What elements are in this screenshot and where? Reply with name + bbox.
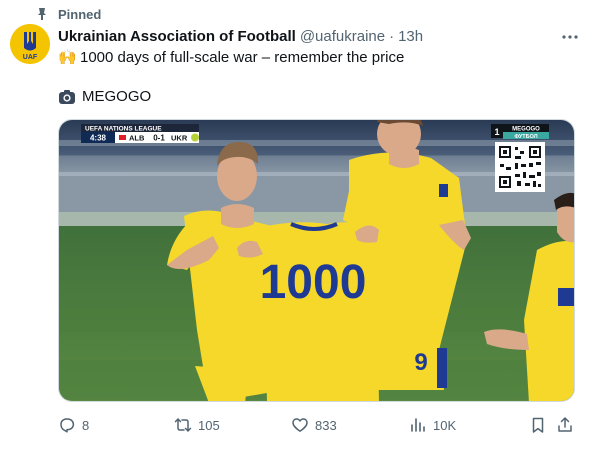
pinned-row: Pinned xyxy=(36,6,101,22)
camera-icon xyxy=(59,90,75,104)
scorebug-away: UKR xyxy=(171,134,188,143)
repost-count: 105 xyxy=(198,417,220,433)
share-icon xyxy=(558,417,572,432)
pinned-label: Pinned xyxy=(58,6,102,22)
author-name[interactable]: Ukrainian Association of Football xyxy=(58,28,296,45)
channel-number: 1 xyxy=(494,127,499,137)
scorebug: UEFA NATIONS LEAGUE 4:38 ALB 0-1 UKR xyxy=(81,124,199,143)
scorebug-competition: UEFA NATIONS LEAGUE xyxy=(85,126,162,133)
reply-icon xyxy=(60,418,75,433)
like-button[interactable]: 833 xyxy=(291,414,337,436)
uaf-logo-icon: UAF xyxy=(10,24,50,64)
share-button[interactable] xyxy=(556,414,574,436)
reply-count: 8 xyxy=(82,417,90,433)
tweet-time[interactable]: 13h xyxy=(398,28,423,45)
bookmark-icon xyxy=(532,417,544,433)
player-number: 9 xyxy=(414,349,427,376)
reply-button[interactable]: 8 xyxy=(58,414,89,436)
pin-icon xyxy=(38,8,46,20)
shirt-number: 1000 xyxy=(260,256,367,309)
views-count: 10K xyxy=(433,417,457,433)
tweet-header: Ukrainian Association of Football @uafuk… xyxy=(58,26,579,46)
repost-icon xyxy=(174,418,192,432)
scorebug-home: ALB xyxy=(129,134,145,143)
like-count: 833 xyxy=(315,417,337,433)
action-bar: 8 105 833 10K xyxy=(58,414,581,436)
broadcaster-subtitle: ФУТБОЛ xyxy=(514,134,537,140)
more-options-icon[interactable] xyxy=(561,28,579,46)
tweet-text: 🙌 1000 days of full-scale war – remember … xyxy=(58,48,579,68)
repost-button[interactable]: 105 xyxy=(174,414,220,436)
source-name: MEGOGO xyxy=(82,88,152,105)
avatar-text: UAF xyxy=(23,54,38,61)
author-handle[interactable]: @uafukraine xyxy=(300,28,385,45)
heart-icon xyxy=(292,418,308,432)
scorebug-clock: 4:38 xyxy=(90,134,107,143)
media-image[interactable]: 9 1000 UEFA NATIONS LEAGUE 4:38 ALB 0-1 … xyxy=(58,119,575,402)
raising-hands-emoji: 🙌 xyxy=(58,49,77,66)
views-icon xyxy=(411,418,425,432)
tweet-body: 1000 days of full-scale war – remember t… xyxy=(80,49,405,66)
separator-dot: · xyxy=(389,27,395,45)
scorebug-score: 0-1 xyxy=(153,134,165,143)
avatar[interactable]: UAF xyxy=(10,24,50,64)
broadcaster-badge: 1 MEGOGO ФУТБОЛ xyxy=(491,124,549,192)
source-line: MEGOGO xyxy=(58,87,151,107)
broadcaster-brand: MEGOGO xyxy=(512,127,540,133)
views-button[interactable]: 10K xyxy=(409,414,456,436)
bookmark-button[interactable] xyxy=(529,414,547,436)
